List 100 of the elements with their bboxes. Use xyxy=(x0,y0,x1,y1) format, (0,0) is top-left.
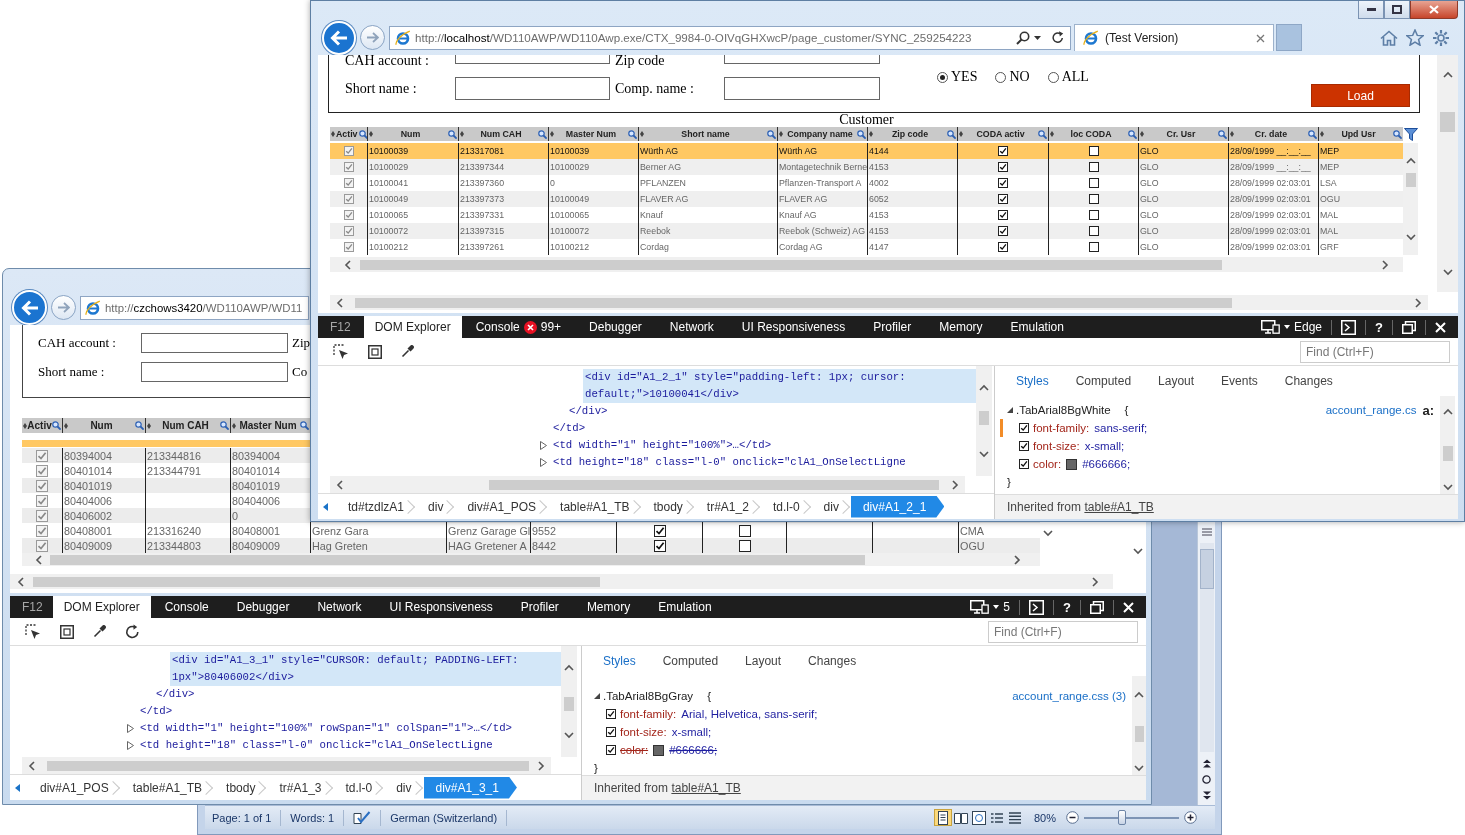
checkbox[interactable] xyxy=(738,539,751,552)
breadcrumb-item[interactable]: table#A1_TB xyxy=(120,776,215,799)
scrollbar-thumb[interactable] xyxy=(1442,446,1453,461)
styles-tab[interactable]: Events xyxy=(1221,374,1258,388)
diamond-icon[interactable] xyxy=(869,131,873,137)
checkbox[interactable] xyxy=(1088,146,1099,156)
chevron-up-icon[interactable] xyxy=(564,664,574,672)
vertical-scrollbar[interactable] xyxy=(976,366,992,476)
diamond-icon[interactable] xyxy=(1230,131,1234,137)
checkbox[interactable] xyxy=(998,194,1008,204)
dom-node[interactable]: <td height="18" class="l-0" onclick="clA1_OnSelectLigne xyxy=(127,737,493,754)
input-field[interactable] xyxy=(455,55,610,64)
scrollbar-thumb[interactable] xyxy=(33,576,600,587)
help-button[interactable]: ? xyxy=(1063,599,1071,615)
breadcrumb-item[interactable]: div xyxy=(416,495,456,518)
circle-icon[interactable] xyxy=(1202,775,1211,784)
table-row[interactable]: 10100039 213317081 10100039 Würth AG Würth AG 4144 GLO 28/09/1999 __:__:__ MEP xyxy=(330,143,1403,159)
styles-tab[interactable]: Changes xyxy=(808,654,857,668)
styles-tab[interactable]: Styles xyxy=(603,654,636,668)
slider-thumb[interactable] xyxy=(1118,810,1126,825)
column-header[interactable]: Short name xyxy=(638,127,777,141)
styles-tab[interactable]: Changes xyxy=(1284,374,1333,388)
diamond-icon[interactable] xyxy=(1050,131,1054,137)
scrollbar-thumb[interactable] xyxy=(355,297,1232,308)
chevron-left-icon[interactable] xyxy=(336,479,344,490)
vertical-scrollbar[interactable] xyxy=(1132,676,1146,775)
refresh-icon[interactable] xyxy=(125,624,140,639)
input-field[interactable] xyxy=(724,55,880,64)
checkbox[interactable] xyxy=(1088,178,1099,188)
chevron-right-icon[interactable] xyxy=(1414,297,1422,308)
table-row[interactable]: 10100049 213397373 10100049 FLAVER AG FLAVER AG 6052 GLO 28/09/1999 02:03:01 OGU xyxy=(330,191,1403,207)
chevron-up-icon[interactable] xyxy=(979,384,989,392)
breadcrumb-item[interactable]: div#A1_POS xyxy=(455,495,549,518)
checkbox[interactable] xyxy=(1019,423,1029,433)
checkbox[interactable] xyxy=(1088,194,1099,204)
cursor-select-icon[interactable] xyxy=(333,343,349,360)
scrollbar-thumb[interactable] xyxy=(1199,549,1214,589)
triangle-left-icon[interactable] xyxy=(323,502,328,511)
back-button[interactable] xyxy=(322,20,356,55)
diamond-icon[interactable] xyxy=(959,131,963,137)
styles-tab[interactable]: Computed xyxy=(1075,374,1132,388)
color-swatch-icon[interactable] xyxy=(653,744,665,756)
diamond-icon[interactable] xyxy=(779,131,783,137)
checkbox[interactable] xyxy=(998,146,1008,156)
breadcrumb-item[interactable]: tr#A1_2 xyxy=(694,495,761,518)
dom-node[interactable]: <div id="A1_2_1" style="padding-left: 1px; cursor: default;">10100041</div> xyxy=(583,369,976,403)
dom-node[interactable]: <td width="1" height="100%">…</td> xyxy=(540,437,772,454)
breadcrumb-item[interactable]: div xyxy=(384,776,424,799)
devtools-tab[interactable]: Memory xyxy=(925,316,997,338)
checkbox[interactable] xyxy=(653,524,666,537)
scrollbar-thumb[interactable] xyxy=(979,411,989,425)
scrollbar-thumb[interactable] xyxy=(1134,726,1144,742)
breadcrumb-item[interactable]: table#A1_TB xyxy=(548,495,642,518)
view-button[interactable] xyxy=(969,809,988,826)
document-mode-button[interactable]: Edge xyxy=(1252,319,1332,335)
zoom-level[interactable]: 80% xyxy=(1033,811,1056,824)
source-link[interactable]: account_range.css (3) xyxy=(1012,690,1126,702)
column-header[interactable]: Company name xyxy=(777,127,867,141)
diamond-icon[interactable] xyxy=(64,422,68,429)
breadcrumb-item[interactable]: div#A1_2_1 xyxy=(850,495,945,518)
devtools-tab[interactable]: Network xyxy=(655,316,728,338)
horizontal-scrollbar[interactable] xyxy=(22,553,1040,566)
chevron-right-icon[interactable] xyxy=(537,760,545,771)
zoom-in-button[interactable] xyxy=(1184,811,1197,824)
overlapping-squares-icon[interactable] xyxy=(1402,320,1416,334)
checkbox[interactable] xyxy=(998,242,1008,252)
find-field[interactable]: Find (Ctrl+F) xyxy=(988,620,1138,643)
scrollbar-thumb[interactable] xyxy=(564,697,574,711)
styles-tab[interactable]: Layout xyxy=(1158,374,1195,388)
triangle-left-icon[interactable] xyxy=(15,783,20,792)
square-in-square-icon[interactable] xyxy=(60,624,74,639)
table-row[interactable]: 10100029 213397344 10100029 Berner AG Montagetechnik Berne 4153 GLO 28/09/1999 __:__:__ MEP xyxy=(330,159,1403,175)
chevron-right-icon[interactable] xyxy=(951,479,959,490)
devtools-tab[interactable]: Emulation xyxy=(644,596,726,618)
chevron-up-icon[interactable] xyxy=(1405,157,1416,165)
radio-button[interactable] xyxy=(937,71,948,83)
devtools-tab[interactable]: Memory xyxy=(572,596,645,618)
checkbox[interactable] xyxy=(1019,441,1029,451)
settings-icon[interactable] xyxy=(1432,28,1450,47)
column-header[interactable]: CODA activ xyxy=(957,127,1048,141)
chevron-right-icon[interactable] xyxy=(1381,259,1389,270)
scrollbar-thumb[interactable] xyxy=(489,479,939,490)
double-down-arrow-icon[interactable] xyxy=(1201,791,1212,800)
home-icon[interactable] xyxy=(1380,29,1398,46)
terminal-icon[interactable] xyxy=(1029,599,1045,615)
diamond-icon[interactable] xyxy=(331,131,335,137)
view-button[interactable] xyxy=(933,809,952,826)
chevron-up-icon[interactable] xyxy=(1442,71,1453,79)
caret-icon[interactable] xyxy=(1034,35,1041,40)
chevron-left-icon[interactable] xyxy=(35,554,43,565)
devtools-tab[interactable]: DOM Explorer xyxy=(363,316,462,338)
address-field[interactable]: http://localhost/WD110AWP/WD110Awp.exe/CTX_9984-0-OIVqGHXwcP/page_customer/SYNC_259254223 xyxy=(389,25,1071,50)
chevron-down-icon[interactable] xyxy=(1134,764,1144,772)
chevron-left-icon[interactable] xyxy=(336,297,344,308)
address-field[interactable]: http://czchows3420/WD110AWP/WD11 xyxy=(80,295,309,320)
breadcrumb-item[interactable]: td.l-0 xyxy=(333,776,385,799)
checkbox[interactable] xyxy=(998,162,1008,172)
close-button[interactable] xyxy=(1410,1,1458,19)
column-header[interactable]: Zip code xyxy=(867,127,957,141)
devtools-tab[interactable]: Profiler xyxy=(859,316,926,338)
